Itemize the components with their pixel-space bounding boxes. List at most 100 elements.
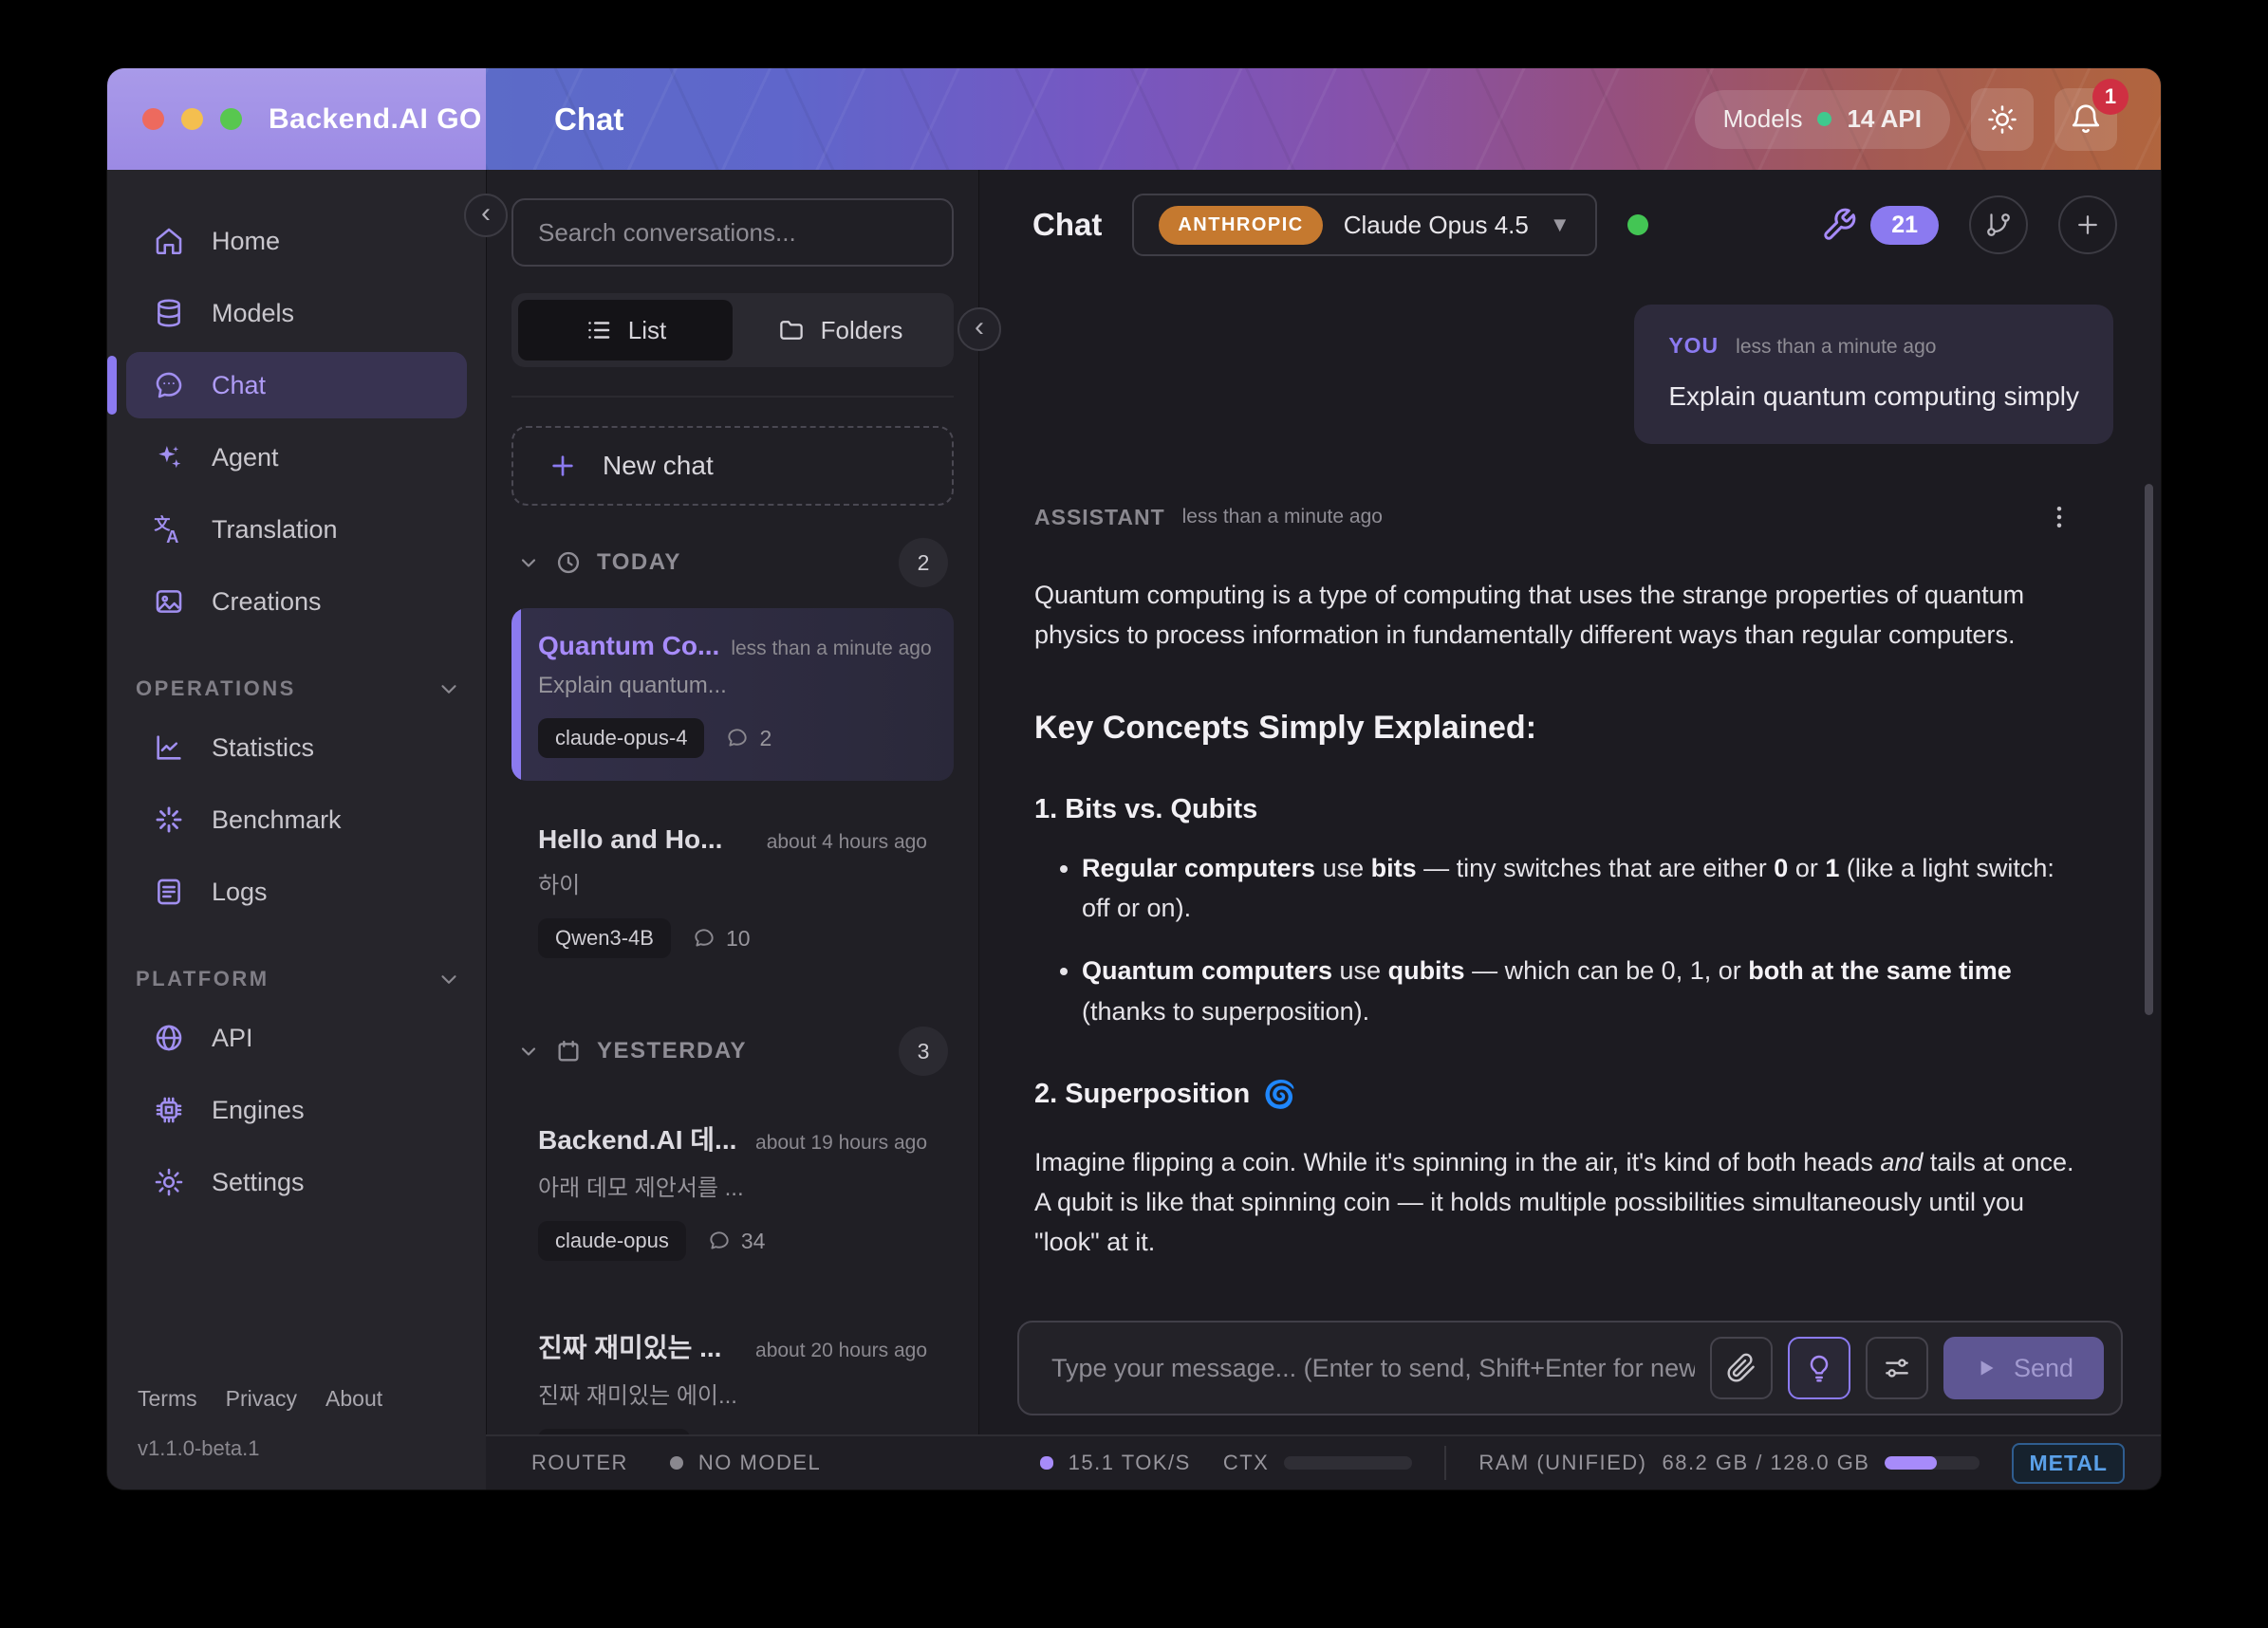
ram-label: RAM (UNIFIED) <box>1478 1451 1646 1475</box>
router-status-dot <box>670 1456 683 1470</box>
chat-panel-title: Chat <box>1032 207 1102 243</box>
message-count: 2 <box>725 726 771 751</box>
sidebar-item-chat[interactable]: Chat <box>126 352 467 418</box>
close-window-button[interactable] <box>142 108 164 130</box>
sidebar-item-label: Agent <box>212 443 279 472</box>
conversation-time: about 4 hours ago <box>767 831 927 854</box>
sliders-icon <box>1882 1353 1912 1383</box>
thinking-mode-button[interactable] <box>1788 1337 1850 1399</box>
assistant-message-time: less than a minute ago <box>1182 506 1383 528</box>
new-conversation-button[interactable] <box>2058 195 2117 254</box>
accelerator-badge: METAL <box>2012 1443 2125 1484</box>
conversation-item[interactable]: Backend.AI 데... about 19 hours ago 아래 데모… <box>511 1097 954 1284</box>
send-button[interactable]: Send <box>1943 1337 2104 1399</box>
collapse-sidebar-button[interactable]: ‹ <box>464 194 508 237</box>
conversation-preview: 진짜 재미있는 에이... <box>538 1377 927 1410</box>
folder-icon <box>777 316 806 344</box>
conversation-item[interactable]: Hello and Ho... about 4 hours ago 하이 Qwe… <box>511 802 954 981</box>
context-label: CTX <box>1223 1451 1270 1475</box>
token-speed-dot <box>1040 1456 1053 1470</box>
send-label: Send <box>2014 1354 2073 1383</box>
branch-conversation-button[interactable] <box>1969 195 2028 254</box>
app-window: Backend.AI GO Chat Models 14 API <box>107 68 2161 1489</box>
models-status-pill[interactable]: Models 14 API <box>1695 90 1950 149</box>
app-version: v1.1.0-beta.1 <box>138 1436 467 1461</box>
router-model-state: NO MODEL <box>698 1451 821 1475</box>
window-controls <box>142 108 242 130</box>
assistant-subheading: 2. Superposition🌀 <box>1034 1079 2085 1110</box>
terms-link[interactable]: Terms <box>138 1386 197 1412</box>
sidebar-item-label: API <box>212 1024 253 1053</box>
tab-folders[interactable]: Folders <box>733 300 947 361</box>
gear-icon <box>153 1166 185 1198</box>
message-input[interactable] <box>1051 1354 1695 1383</box>
sidebar-item-statistics[interactable]: Statistics <box>126 714 467 781</box>
group-header-yesterday[interactable]: YESTERDAY 3 <box>511 1027 954 1076</box>
database-icon <box>153 297 185 329</box>
titlebar-main: Chat Models 14 API 1 <box>486 68 2161 170</box>
user-message-time: less than a minute ago <box>1736 336 1936 359</box>
chat-panel: Chat ANTHROPIC Claude Opus 4.5 ▼ 21 <box>979 170 2161 1434</box>
assistant-message-body: Quantum computing is a type of computing… <box>1034 575 2085 1304</box>
search-input[interactable] <box>511 198 954 267</box>
sidebar-item-models[interactable]: Models <box>126 280 467 346</box>
sidebar-section-operations[interactable]: OPERATIONS <box>136 676 461 701</box>
about-link[interactable]: About <box>325 1386 382 1412</box>
section-label: OPERATIONS <box>136 676 296 701</box>
sidebar-item-logs[interactable]: Logs <box>126 859 467 925</box>
model-online-dot <box>1627 214 1648 235</box>
sidebar-item-benchmark[interactable]: Benchmark <box>126 786 467 853</box>
group-label: YESTERDAY <box>597 1038 747 1064</box>
sidebar-footer: Terms Privacy About v1.1.0-beta.1 <box>126 1386 467 1461</box>
maximize-window-button[interactable] <box>220 108 242 130</box>
tools-count-badge: 21 <box>1870 206 1939 245</box>
assistant-heading: Key Concepts Simply Explained: <box>1034 710 2085 747</box>
token-speed: 15.1 TOK/S <box>1069 1451 1191 1475</box>
conversation-preview: 하이 <box>538 866 927 899</box>
conversation-item[interactable]: Quantum Co... less than a minute ago Exp… <box>511 608 954 781</box>
notifications-button[interactable]: 1 <box>2054 88 2117 151</box>
sidebar-item-home[interactable]: Home <box>126 208 467 274</box>
sidebar: Home Models Chat Agent 文A Translation Cr… <box>107 170 486 1489</box>
sidebar-item-translation[interactable]: 文A Translation <box>126 496 467 563</box>
status-bar: ROUTER NO MODEL 15.1 TOK/S CTX <box>486 1434 2161 1489</box>
sidebar-item-settings[interactable]: Settings <box>126 1149 467 1215</box>
attach-file-button[interactable] <box>1710 1337 1773 1399</box>
selected-model-name: Claude Opus 4.5 <box>1344 211 1529 240</box>
spinner-rays-icon <box>153 804 185 836</box>
user-message-text: Explain quantum computing simply <box>1668 381 2079 412</box>
comment-icon <box>707 1229 732 1253</box>
theme-toggle-button[interactable] <box>1971 88 2034 151</box>
chat-settings-button[interactable] <box>1866 1337 1928 1399</box>
titlebar-actions: Models 14 API 1 <box>1695 88 2117 151</box>
tab-list[interactable]: List <box>518 300 733 361</box>
sidebar-item-agent[interactable]: Agent <box>126 424 467 490</box>
minimize-window-button[interactable] <box>181 108 203 130</box>
sidebar-item-creations[interactable]: Creations <box>126 568 467 635</box>
message-input-bar: Send <box>1017 1321 2123 1415</box>
dropdown-caret-icon: ▼ <box>1550 213 1571 237</box>
ram-progress-bar <box>1885 1456 1980 1470</box>
divider <box>1444 1446 1446 1480</box>
group-label: TODAY <box>597 549 681 576</box>
image-icon <box>153 585 185 618</box>
sidebar-item-api[interactable]: API <box>126 1005 467 1071</box>
list-icon <box>585 316 613 344</box>
group-header-today[interactable]: TODAY 2 <box>511 538 954 587</box>
message-menu-button[interactable] <box>2034 491 2085 543</box>
conversation-time: about 19 hours ago <box>755 1132 927 1155</box>
conversation-title: Backend.AI 데... <box>538 1119 736 1157</box>
plus-icon <box>548 451 578 481</box>
collapse-conversations-button[interactable]: ‹ <box>957 307 1001 351</box>
privacy-link[interactable]: Privacy <box>226 1386 297 1412</box>
assistant-paragraph: Imagine flipping a coin. While it's spin… <box>1034 1142 2085 1262</box>
ram-progress-fill <box>1885 1456 1937 1470</box>
sidebar-item-engines[interactable]: Engines <box>126 1077 467 1143</box>
tools-indicator[interactable]: 21 <box>1821 206 1939 245</box>
sidebar-section-platform[interactable]: PLATFORM <box>136 967 461 991</box>
conversation-item[interactable]: 진짜 재미있는 ... about 20 hours ago 진짜 재미있는 에… <box>511 1304 954 1434</box>
calendar-icon <box>555 1038 582 1064</box>
new-chat-button[interactable]: New chat <box>511 426 954 506</box>
model-select-dropdown[interactable]: ANTHROPIC Claude Opus 4.5 ▼ <box>1132 194 1596 256</box>
chat-scrollbar[interactable] <box>2145 484 2153 1015</box>
